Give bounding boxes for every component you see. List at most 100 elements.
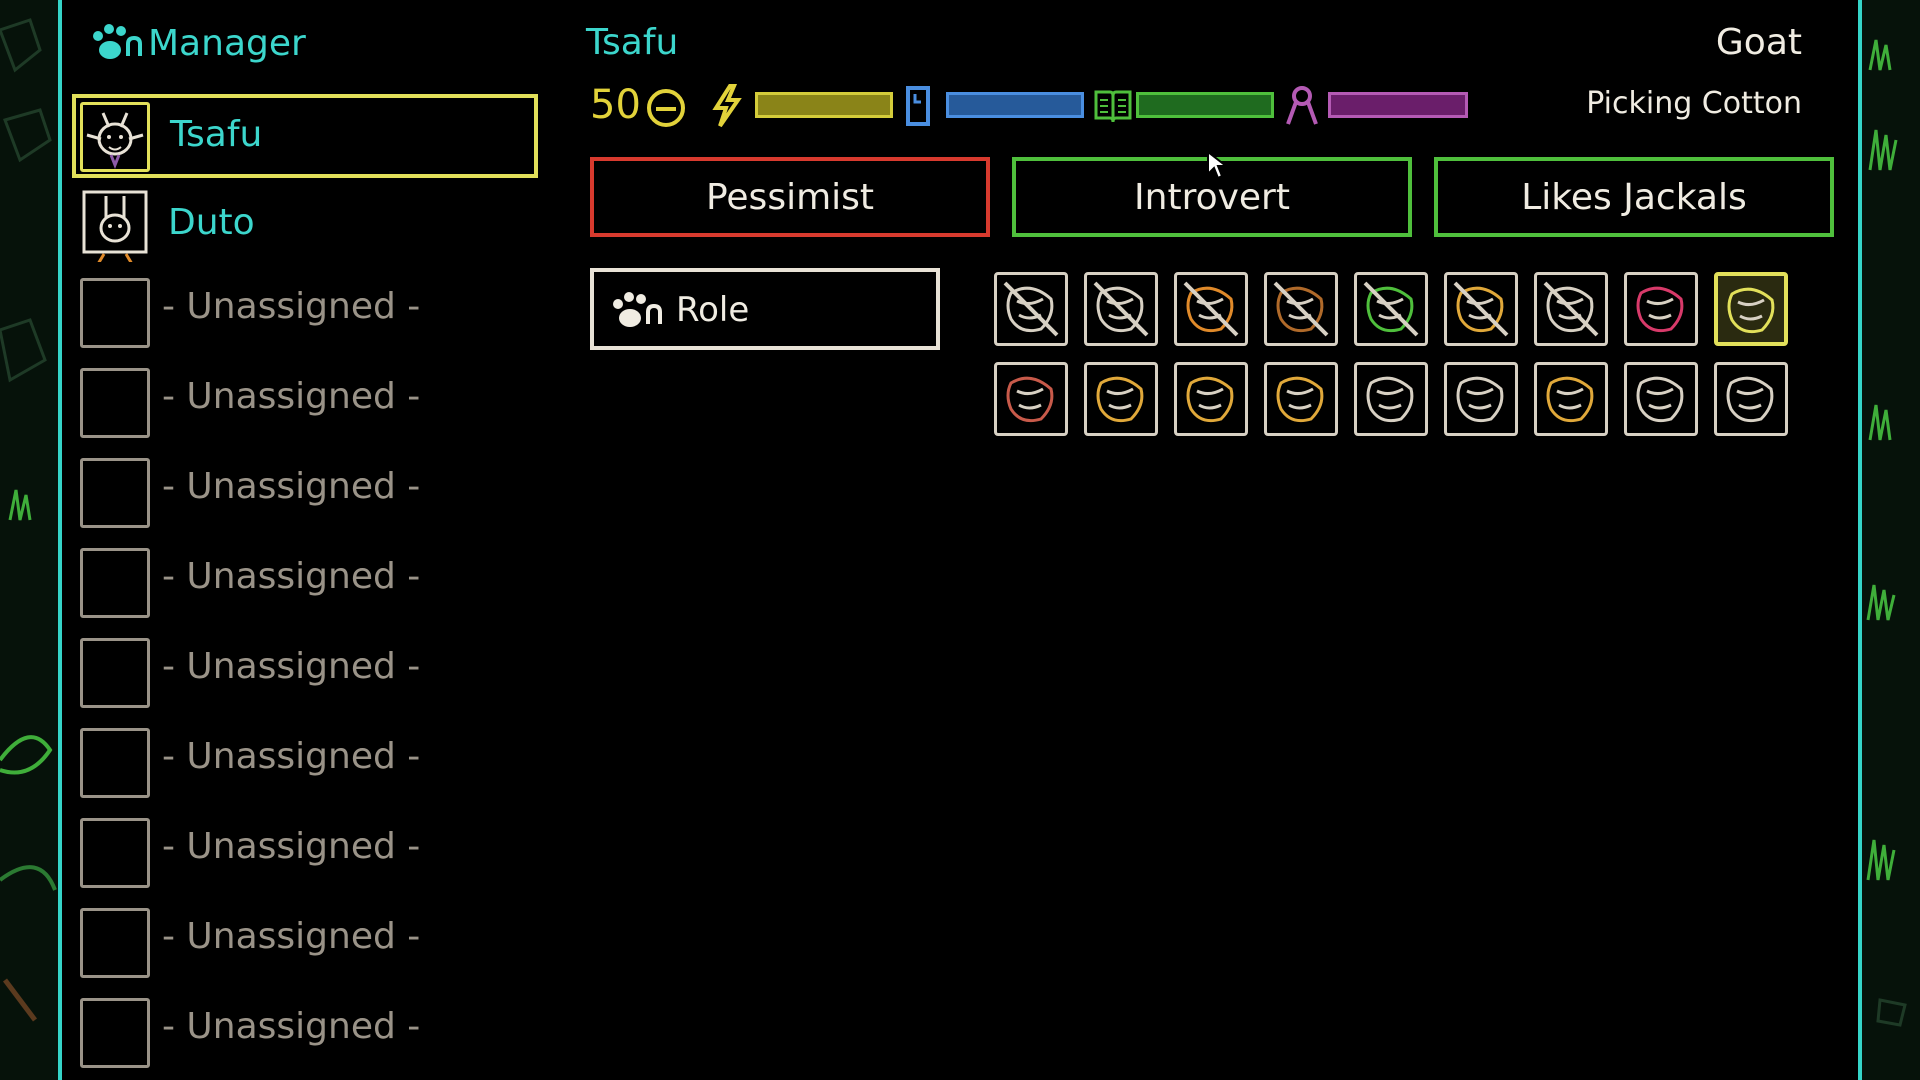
bell-icon	[1456, 376, 1504, 423]
anvil-icon	[1366, 376, 1414, 423]
pawn-row-duto[interactable]: Duto	[74, 182, 544, 264]
job-loom-button[interactable]	[1624, 362, 1698, 436]
role-button[interactable]: Role	[590, 268, 940, 350]
unassigned-label: - Unassigned -	[162, 556, 421, 597]
empty-slot	[80, 458, 150, 528]
neutral-face-icon	[647, 89, 685, 127]
hands-selected-icon	[1727, 287, 1775, 334]
left-foliage-edge	[0, 0, 58, 1080]
pawn-avatar	[80, 188, 148, 262]
book-icon	[1094, 90, 1132, 123]
pawn-name: Duto	[168, 202, 255, 243]
energy-bar	[755, 92, 893, 118]
mood-value: 50	[590, 82, 641, 128]
job-potion-button[interactable]	[1264, 362, 1338, 436]
unassigned-row[interactable]: - Unassigned -	[74, 542, 544, 624]
pawn-species: Goat	[1715, 22, 1802, 63]
job-hands-selected-button[interactable]	[1714, 272, 1788, 346]
unassigned-label: - Unassigned -	[162, 286, 421, 327]
mouse-cursor-icon	[1207, 150, 1226, 180]
unassigned-label: - Unassigned -	[162, 376, 421, 417]
unassigned-row[interactable]: - Unassigned -	[74, 992, 544, 1074]
goat-portrait-icon	[86, 112, 144, 170]
paw-icon	[613, 292, 662, 327]
unassigned-label: - Unassigned -	[162, 646, 421, 687]
job-leaf-button[interactable]	[1354, 272, 1428, 346]
unassigned-row[interactable]: - Unassigned -	[74, 362, 544, 444]
job-fishing-button[interactable]	[1174, 272, 1248, 346]
empty-slot	[80, 908, 150, 978]
job-gear-button[interactable]	[1534, 362, 1608, 436]
scroll-icon	[1726, 376, 1774, 423]
unassigned-row[interactable]: - Unassigned -	[74, 452, 544, 534]
trait-label: Likes Jackals	[1521, 176, 1747, 218]
job-saw-button[interactable]	[1174, 362, 1248, 436]
right-foliage-edge	[1860, 0, 1920, 1080]
job-bell-button[interactable]	[1444, 362, 1518, 436]
rabbit-portrait-icon	[82, 190, 148, 262]
loom-icon	[1636, 376, 1684, 423]
job-rock-button[interactable]	[1084, 272, 1158, 346]
unassigned-row[interactable]: - Unassigned -	[74, 902, 544, 984]
empty-slot	[80, 728, 150, 798]
health-bar	[1328, 92, 1468, 118]
trait-likes-jackals[interactable]: Likes Jackals	[1434, 157, 1834, 237]
crossed-icon	[1543, 281, 1599, 337]
empty-slot	[80, 998, 150, 1068]
pawn-title: Tsafu	[586, 22, 679, 63]
unassigned-row[interactable]: - Unassigned -	[74, 812, 544, 894]
foliage-decoration-icon	[0, 18, 57, 1022]
manager-title: Manager	[88, 22, 306, 64]
empty-slot	[80, 548, 150, 618]
gear-icon	[1546, 376, 1594, 423]
social-bar	[946, 92, 1084, 118]
rock-icon	[1093, 281, 1149, 337]
pickaxe-icon	[1003, 281, 1059, 337]
role-label: Role	[676, 290, 750, 330]
unassigned-row[interactable]: - Unassigned -	[74, 632, 544, 714]
job-barn-button[interactable]	[1084, 362, 1158, 436]
grass-decoration-icon	[1866, 39, 1907, 1027]
empty-slot	[80, 368, 150, 438]
job-feather-button[interactable]	[994, 362, 1068, 436]
paw-icon	[93, 24, 142, 59]
job-hands-button[interactable]	[1624, 272, 1698, 346]
feather-icon	[1006, 376, 1054, 423]
job-crossed-button[interactable]	[1534, 272, 1608, 346]
empty-slot	[80, 278, 150, 348]
right-border-line	[1858, 0, 1862, 1080]
job-log-button[interactable]	[1264, 272, 1338, 346]
job-scroll-button[interactable]	[1714, 362, 1788, 436]
pawn-activity: Picking Cotton	[1586, 86, 1802, 121]
potion-icon	[1276, 376, 1324, 423]
unassigned-label: - Unassigned -	[162, 916, 421, 957]
unassigned-label: - Unassigned -	[162, 736, 421, 777]
log-icon	[1273, 281, 1329, 337]
trait-pessimist[interactable]: Pessimist	[590, 157, 990, 237]
pawn-name: Tsafu	[170, 114, 263, 155]
unassigned-label: - Unassigned -	[162, 466, 421, 507]
hay-icon	[1453, 281, 1509, 337]
unassigned-label: - Unassigned -	[162, 826, 421, 867]
job-anvil-button[interactable]	[1354, 362, 1428, 436]
saw-icon	[1186, 376, 1234, 423]
job-pickaxe-button[interactable]	[994, 272, 1068, 346]
manager-panel: Manager Tsafu Duto - Unassigned - - Unas…	[62, 0, 1858, 1080]
ribbon-icon	[1286, 86, 1318, 125]
manager-title-label: Manager	[148, 22, 306, 64]
job-hay-button[interactable]	[1444, 272, 1518, 346]
learning-bar	[1136, 92, 1274, 118]
hands-icon	[1636, 286, 1684, 333]
pawn-avatar	[80, 102, 150, 172]
unassigned-label: - Unassigned -	[162, 1006, 421, 1047]
barn-icon	[1096, 376, 1144, 423]
leaf-icon	[1363, 281, 1419, 337]
empty-slot	[80, 638, 150, 708]
fishing-icon	[1183, 281, 1239, 337]
pawn-row-tsafu[interactable]: Tsafu	[72, 94, 538, 178]
trait-label: Introvert	[1134, 176, 1290, 218]
unassigned-row[interactable]: - Unassigned -	[74, 722, 544, 804]
phone-icon	[906, 86, 930, 126]
empty-slot	[80, 818, 150, 888]
unassigned-row[interactable]: - Unassigned -	[74, 272, 544, 354]
